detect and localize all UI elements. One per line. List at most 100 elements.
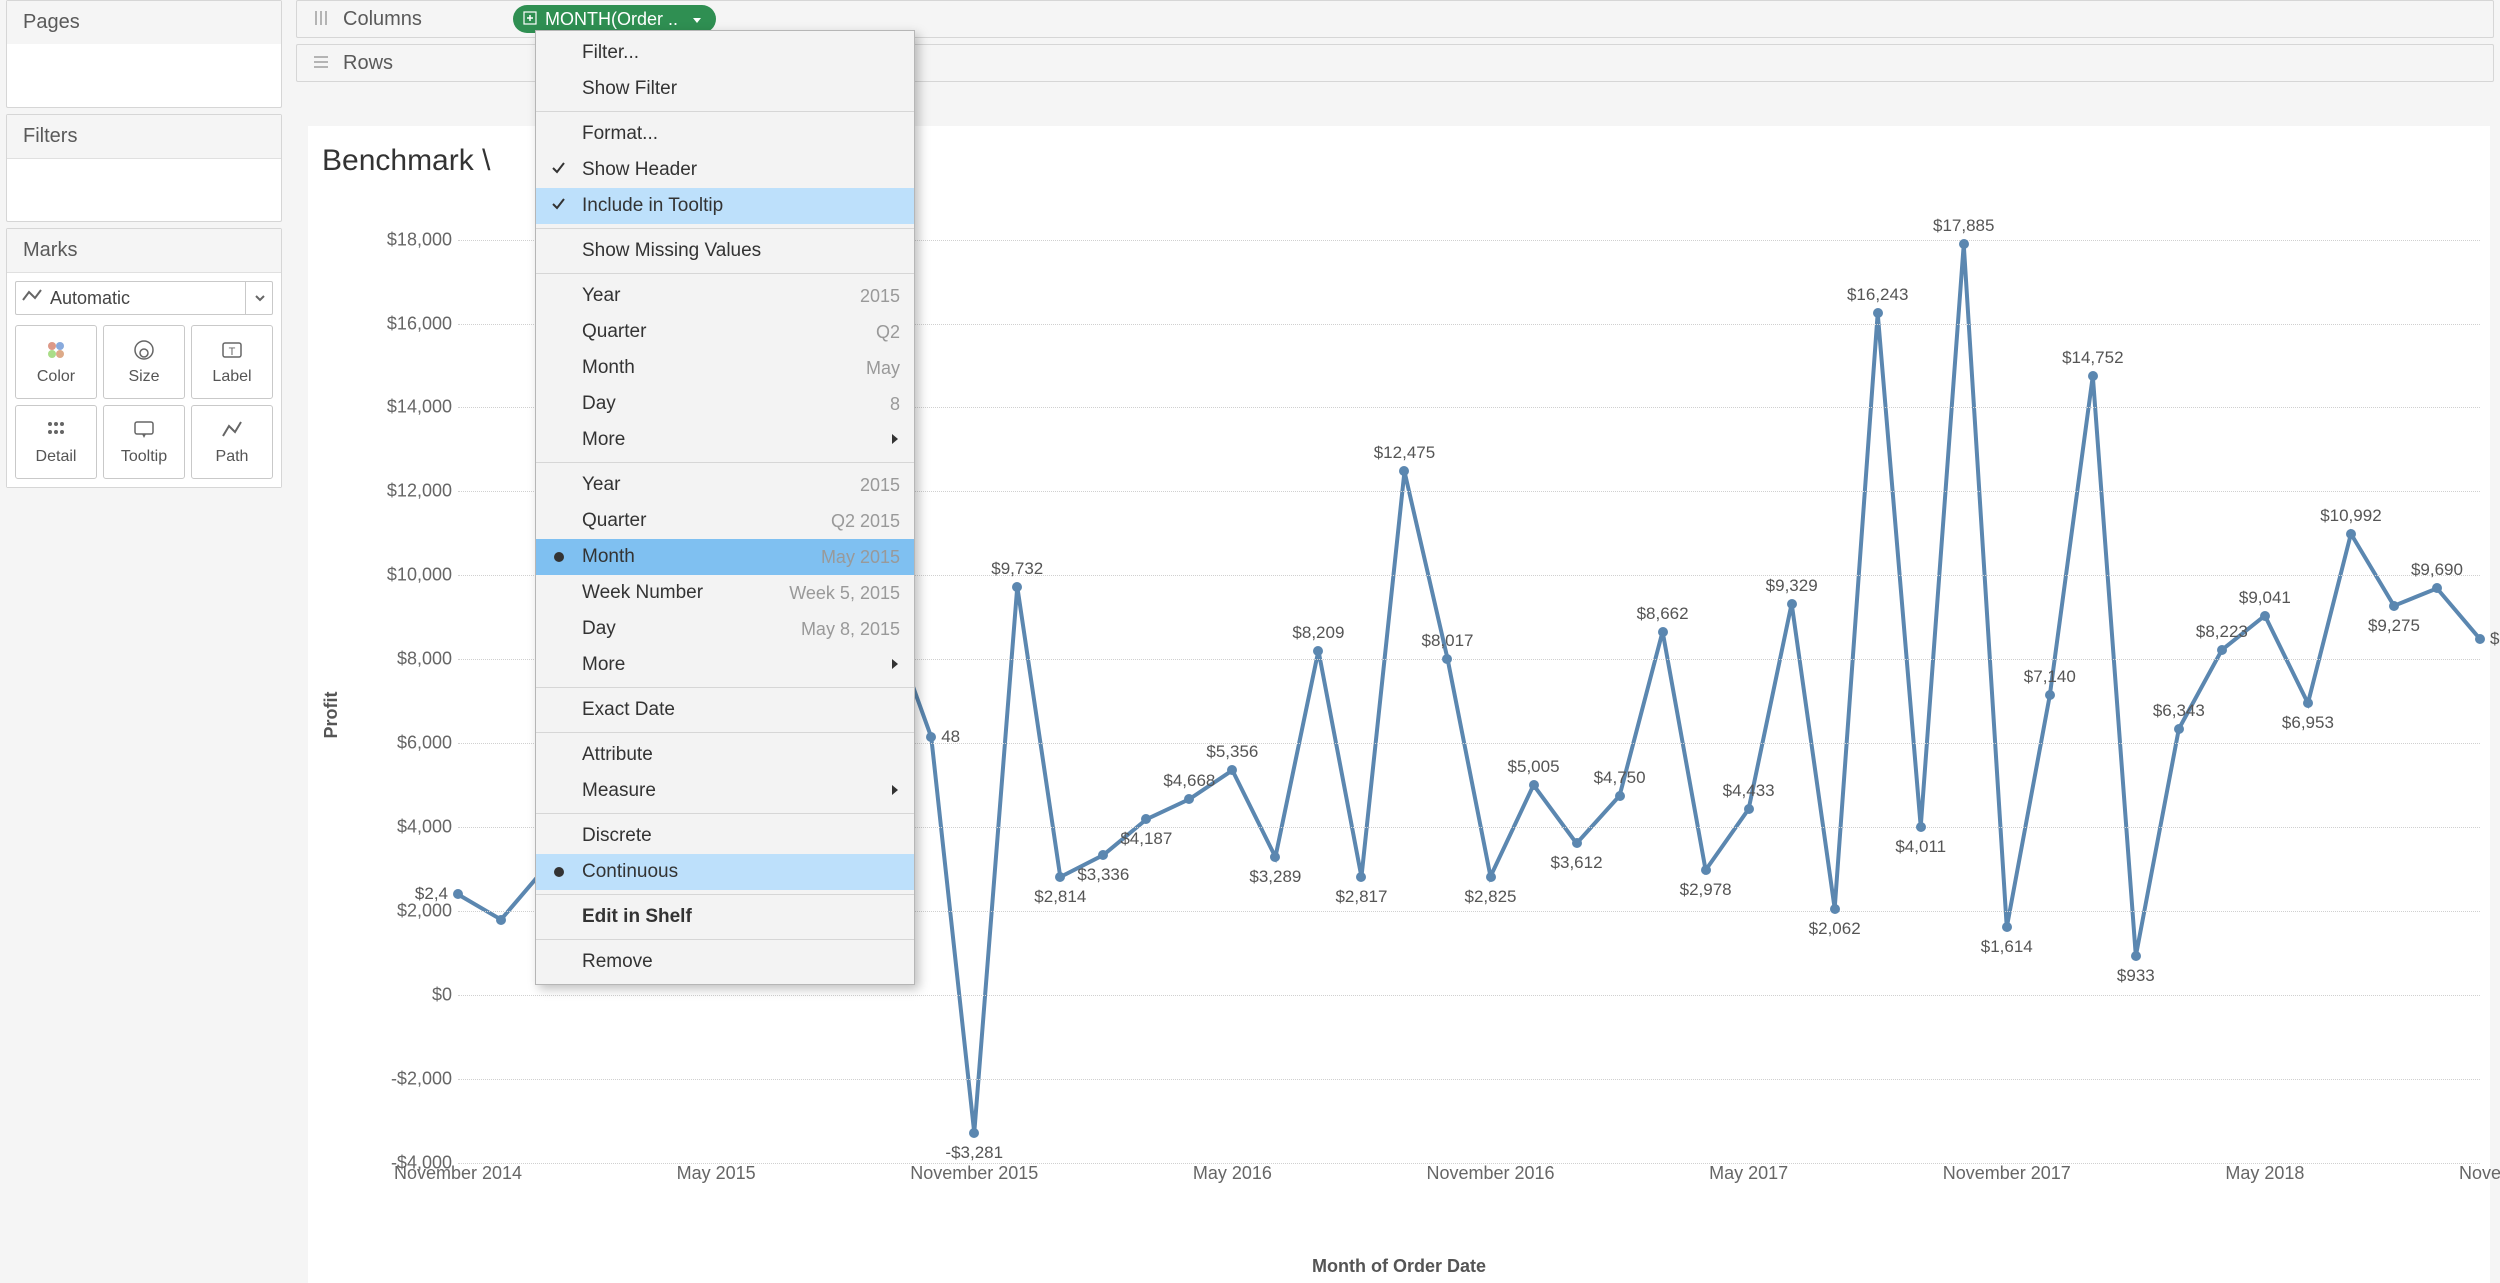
data-point[interactable] <box>2131 951 2141 961</box>
filters-shelf-label: Filters <box>7 115 281 159</box>
data-point[interactable] <box>1572 838 1582 848</box>
data-label: $4,668 <box>1163 771 1215 791</box>
data-point[interactable] <box>2217 645 2227 655</box>
menu-separator <box>536 111 914 112</box>
data-point[interactable] <box>926 732 936 742</box>
menu-item-example: May 8, 2015 <box>801 619 900 640</box>
data-point[interactable] <box>2346 529 2356 539</box>
menu-item-month[interactable]: MonthMay 2015 <box>536 539 914 575</box>
data-point[interactable] <box>1486 872 1496 882</box>
menu-item-quarter[interactable]: QuarterQ2 2015 <box>536 503 914 539</box>
menu-separator <box>536 273 914 274</box>
menu-item-week-number[interactable]: Week NumberWeek 5, 2015 <box>536 575 914 611</box>
data-point[interactable] <box>1873 308 1883 318</box>
data-point[interactable] <box>2174 724 2184 734</box>
data-label: $2,4 <box>415 884 448 904</box>
menu-item-label: Day <box>582 393 616 415</box>
data-point[interactable] <box>1270 852 1280 862</box>
menu-item-quarter[interactable]: QuarterQ2 <box>536 314 914 350</box>
data-point[interactable] <box>2002 922 2012 932</box>
data-label: $3,612 <box>1551 853 1603 873</box>
y-tick: $18,000 <box>387 229 452 250</box>
data-point[interactable] <box>1442 654 1452 664</box>
filters-shelf[interactable]: Filters <box>6 114 282 222</box>
pages-shelf[interactable]: Pages <box>6 0 282 108</box>
data-point[interactable] <box>2088 371 2098 381</box>
data-point[interactable] <box>2045 690 2055 700</box>
data-point[interactable] <box>1141 814 1151 824</box>
data-point[interactable] <box>1615 791 1625 801</box>
data-point[interactable] <box>1787 599 1797 609</box>
menu-item-remove[interactable]: Remove <box>536 944 914 980</box>
menu-item-more[interactable]: More <box>536 647 914 683</box>
data-point[interactable] <box>1744 804 1754 814</box>
marks-path-button[interactable]: Path <box>191 405 273 479</box>
data-point[interactable] <box>1313 646 1323 656</box>
size-icon <box>132 338 156 362</box>
menu-item-show-missing-values[interactable]: Show Missing Values <box>536 233 914 269</box>
data-point[interactable] <box>1529 780 1539 790</box>
menu-item-year[interactable]: Year2015 <box>536 467 914 503</box>
x-tick: May 2015 <box>677 1163 756 1184</box>
columns-pill-month-orderdate[interactable]: MONTH(Order .. <box>513 5 716 33</box>
data-point[interactable] <box>2303 698 2313 708</box>
data-point[interactable] <box>496 915 506 925</box>
menu-item-month[interactable]: MonthMay <box>536 350 914 386</box>
menu-item-attribute[interactable]: Attribute <box>536 737 914 773</box>
marks-label-button[interactable]: T Label <box>191 325 273 399</box>
menu-item-measure[interactable]: Measure <box>536 773 914 809</box>
menu-item-label: Day <box>582 618 616 640</box>
data-point[interactable] <box>1356 872 1366 882</box>
marks-tooltip-button[interactable]: Tooltip <box>103 405 185 479</box>
data-point[interactable] <box>2432 583 2442 593</box>
data-point[interactable] <box>1399 466 1409 476</box>
marks-detail-button[interactable]: Detail <box>15 405 97 479</box>
data-point[interactable] <box>1658 627 1668 637</box>
marks-size-button[interactable]: Size <box>103 325 185 399</box>
data-point[interactable] <box>1184 794 1194 804</box>
menu-item-label: Discrete <box>582 825 652 847</box>
menu-item-include-in-tooltip[interactable]: Include in Tooltip <box>536 188 914 224</box>
data-point[interactable] <box>2389 601 2399 611</box>
menu-item-show-filter[interactable]: Show Filter <box>536 71 914 107</box>
menu-item-label: Month <box>582 357 635 379</box>
menu-item-show-header[interactable]: Show Header <box>536 152 914 188</box>
menu-item-format[interactable]: Format... <box>536 116 914 152</box>
data-point[interactable] <box>1098 850 1108 860</box>
menu-item-more[interactable]: More <box>536 422 914 458</box>
menu-item-label: Show Filter <box>582 78 677 100</box>
data-point[interactable] <box>2260 611 2270 621</box>
marks-type-select[interactable]: Automatic <box>15 281 273 315</box>
menu-item-filter[interactable]: Filter... <box>536 35 914 71</box>
data-point[interactable] <box>1055 872 1065 882</box>
menu-item-example: May 2015 <box>821 547 900 568</box>
y-tick: $0 <box>432 985 452 1006</box>
check-icon <box>550 195 566 217</box>
data-point[interactable] <box>1916 822 1926 832</box>
data-point[interactable] <box>1012 582 1022 592</box>
data-point[interactable] <box>2475 634 2485 644</box>
plus-icon <box>523 9 537 30</box>
menu-item-continuous[interactable]: Continuous <box>536 854 914 890</box>
menu-item-discrete[interactable]: Discrete <box>536 818 914 854</box>
y-tick: -$2,000 <box>391 1069 452 1090</box>
data-point[interactable] <box>969 1128 979 1138</box>
menu-item-day[interactable]: Day May 8, 2015 <box>536 611 914 647</box>
marks-color-button[interactable]: Color <box>15 325 97 399</box>
data-point[interactable] <box>1959 239 1969 249</box>
columns-shelf-label: Columns <box>343 8 473 31</box>
menu-item-year[interactable]: Year2015 <box>536 278 914 314</box>
data-label: $6,343 <box>2153 701 2205 721</box>
data-point[interactable] <box>453 889 463 899</box>
menu-item-edit-in-shelf[interactable]: Edit in Shelf <box>536 899 914 935</box>
data-point[interactable] <box>1701 865 1711 875</box>
data-point[interactable] <box>1830 904 1840 914</box>
x-tick: November 2016 <box>1426 1163 1554 1184</box>
menu-item-example: 8 <box>890 394 900 415</box>
x-tick: May 2016 <box>1193 1163 1272 1184</box>
menu-separator <box>536 894 914 895</box>
data-point[interactable] <box>1227 765 1237 775</box>
menu-item-exact-date[interactable]: Exact Date <box>536 692 914 728</box>
chevron-down-icon <box>245 282 266 314</box>
menu-item-day[interactable]: Day 8 <box>536 386 914 422</box>
